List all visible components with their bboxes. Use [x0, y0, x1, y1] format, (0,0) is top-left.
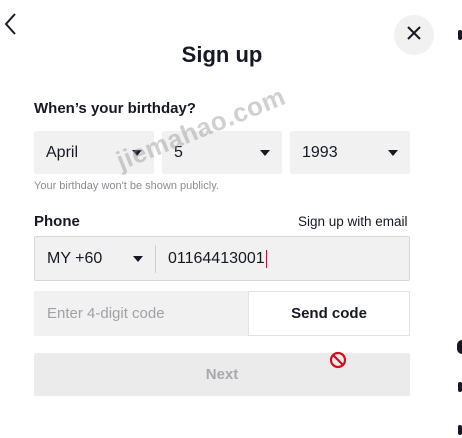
month-value: April — [46, 143, 79, 161]
caret-down-icon — [388, 149, 398, 156]
forbidden-icon — [329, 351, 347, 369]
birthday-hint: Your birthday won't be shown publicly. — [34, 180, 219, 192]
background-edge-mark — [458, 382, 462, 392]
caret-down-icon — [260, 149, 270, 156]
caret-down-icon — [133, 255, 143, 262]
background-edge-mark — [457, 340, 462, 354]
year-value: 1993 — [302, 143, 338, 161]
phone-number-input[interactable]: 01164413001 — [156, 249, 409, 268]
text-cursor — [265, 249, 268, 268]
day-value: 5 — [174, 143, 183, 161]
background-edge-mark — [458, 425, 462, 435]
month-select[interactable]: April — [34, 131, 154, 174]
caret-down-icon — [132, 149, 142, 156]
birthday-label: When’s your birthday? — [34, 100, 196, 117]
country-code-value: MY +60 — [47, 249, 103, 267]
verification-code-input[interactable]: Enter 4-digit code — [34, 291, 248, 336]
phone-label: Phone — [34, 213, 80, 230]
send-code-button[interactable]: Send code — [248, 291, 410, 336]
phone-field: MY +60 01164413001 — [34, 236, 410, 281]
signup-with-email-link[interactable]: Sign up with email — [298, 214, 408, 229]
next-button[interactable]: Next — [34, 353, 410, 396]
year-select[interactable]: 1993 — [290, 131, 410, 174]
back-icon[interactable] — [2, 12, 22, 36]
page-title: Sign up — [181, 42, 263, 67]
country-code-select[interactable]: MY +60 — [35, 250, 155, 268]
day-select[interactable]: 5 — [162, 131, 282, 174]
background-edge-mark — [458, 30, 462, 40]
phone-number-value: 01164413001 — [168, 249, 265, 267]
